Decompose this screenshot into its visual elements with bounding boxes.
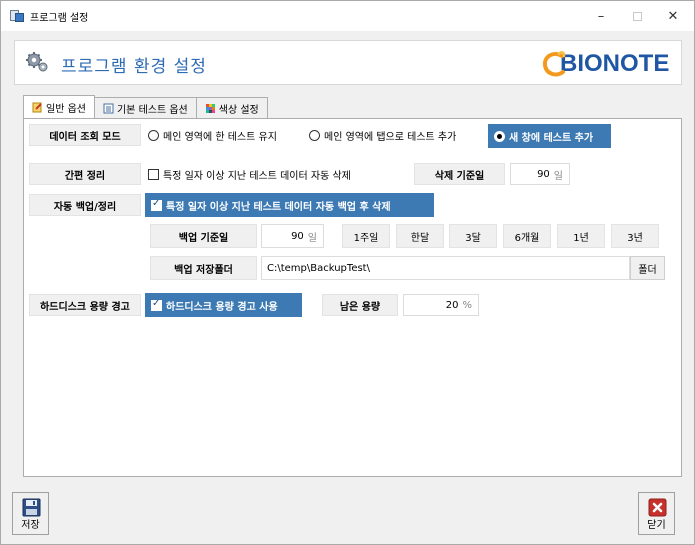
close-x-icon — [648, 498, 667, 517]
close-button[interactable]: 닫기 — [638, 492, 675, 535]
backup-folder-path: C:\temp\BackupTest\ — [267, 262, 370, 274]
period-3-months-button[interactable]: 3달 — [449, 224, 497, 248]
checkbox-box — [151, 198, 162, 211]
radio-add-test-as-tab[interactable]: 메인 영역에 탭으로 테스트 추가 — [309, 126, 456, 144]
logo-text: BIONOTE — [560, 50, 670, 77]
tab-strip: 일반 옵션 기본 테스트 옵션 색상 설정 — [23, 95, 268, 119]
close-window-button[interactable]: ✕ — [655, 1, 691, 31]
auto-backup-checkbox[interactable]: 특정 일자 이상 지난 테스트 데이터 자동 백업 후 삭제 — [145, 193, 434, 217]
maximize-button[interactable] — [619, 1, 655, 31]
backup-basis-value: 90 — [291, 230, 304, 242]
tab-label: 색상 설정 — [218, 104, 259, 116]
floppy-disk-icon — [22, 498, 41, 517]
period-6-months-button[interactable]: 6개월 — [503, 224, 551, 248]
window-title: 프로그램 설정 — [30, 12, 89, 24]
tab-general-options[interactable]: 일반 옵션 — [23, 95, 95, 118]
option-label: 새 창에 테스트 추가 — [509, 132, 594, 144]
period-3-years-button[interactable]: 3년 — [611, 224, 659, 248]
radio-circle — [494, 130, 505, 142]
test-options-icon — [103, 103, 114, 113]
logo-swirl-icon — [542, 51, 566, 77]
checkbox-box — [148, 168, 159, 180]
tab-label: 기본 테스트 옵션 — [116, 104, 188, 116]
save-label: 저장 — [21, 520, 40, 531]
minimize-button[interactable]: – — [583, 1, 619, 31]
tab-label: 일반 옵션 — [46, 103, 86, 115]
delete-basis-value: 90 — [537, 168, 550, 180]
disk-warning-checkbox[interactable]: 하드디스크 용량 경고 사용 — [145, 293, 302, 317]
delete-basis-label: 삭제 기준일 — [414, 163, 505, 185]
data-view-mode-label: 데이터 조회 모드 — [29, 124, 141, 146]
close-label: 닫기 — [647, 520, 666, 531]
page-title: 프로그램 환경 설정 — [61, 57, 207, 77]
unit-label: 일 — [553, 170, 563, 182]
app-icon — [10, 9, 24, 23]
general-options-icon — [32, 102, 42, 112]
tab-color-settings[interactable]: 색상 설정 — [195, 97, 268, 118]
browse-folder-button[interactable]: 폴더 — [630, 256, 665, 280]
radio-add-test-new-window[interactable]: 새 창에 테스트 추가 — [488, 124, 611, 148]
period-1-week-button[interactable]: 1주일 — [342, 224, 390, 248]
radio-keep-test-in-main[interactable]: 메인 영역에 한 테스트 유지 — [148, 126, 277, 144]
checkbox-label: 특정 일자 이상 지난 테스트 데이터 자동 삭제 — [163, 170, 351, 182]
remaining-capacity-input[interactable]: 20 % — [403, 294, 479, 316]
checkbox-label: 특정 일자 이상 지난 테스트 데이터 자동 백업 후 삭제 — [166, 201, 391, 213]
checkbox-box — [151, 298, 162, 311]
header-banner: 프로그램 환경 설정 BIONOTE — [14, 40, 682, 85]
remaining-capacity-value: 20 — [445, 299, 459, 311]
radio-circle — [309, 129, 320, 141]
period-1-month-button[interactable]: 한달 — [396, 224, 444, 248]
checkbox-label: 하드디스크 용량 경고 사용 — [166, 301, 278, 313]
simple-cleanup-label: 간편 정리 — [29, 163, 141, 185]
backup-basis-label: 백업 기준일 — [150, 224, 257, 248]
remaining-capacity-label: 남은 용량 — [322, 294, 398, 316]
title-bar: 프로그램 설정 – ✕ — [1, 1, 694, 31]
unit-label: 일 — [307, 232, 317, 244]
save-button[interactable]: 저장 — [12, 492, 49, 535]
radio-circle — [148, 129, 159, 141]
backup-basis-input[interactable]: 90 일 — [261, 224, 324, 248]
tab-basic-test-options[interactable]: 기본 테스트 옵션 — [93, 97, 197, 118]
settings-window: 프로그램 설정 – ✕ 프로그램 환경 설정 BIONOTE 일반 옵션 기본 … — [0, 0, 695, 545]
disk-warning-label: 하드디스크 용량 경고 — [29, 294, 141, 316]
general-options-panel: 데이터 조회 모드 메인 영역에 한 테스트 유지 메인 영역에 탭으로 테스트… — [23, 118, 682, 477]
delete-basis-input[interactable]: 90 일 — [510, 163, 570, 185]
unit-label: % — [462, 299, 472, 311]
gears-icon — [26, 52, 48, 72]
backup-folder-label: 백업 저장폴더 — [150, 256, 257, 280]
color-grid-icon — [205, 103, 215, 113]
auto-delete-checkbox[interactable]: 특정 일자 이상 지난 테스트 데이터 자동 삭제 — [148, 165, 351, 183]
bionote-logo: BIONOTE — [542, 48, 669, 80]
backup-folder-path-field[interactable]: C:\temp\BackupTest\ — [261, 256, 630, 280]
period-1-year-button[interactable]: 1년 — [557, 224, 605, 248]
option-label: 메인 영역에 한 테스트 유지 — [163, 131, 277, 143]
option-label: 메인 영역에 탭으로 테스트 추가 — [324, 131, 457, 143]
auto-backup-label: 자동 백업/정리 — [29, 194, 141, 216]
